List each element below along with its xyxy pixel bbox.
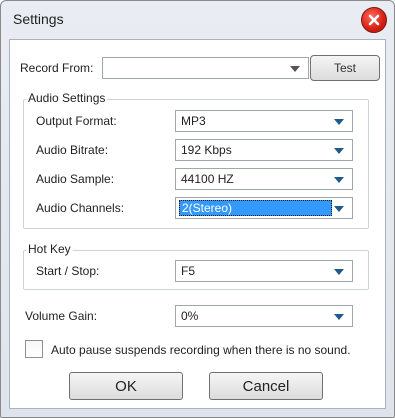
audio-sample-value: 44100 HZ	[181, 172, 234, 186]
auto-pause-label[interactable]: Auto pause suspends recording when there…	[51, 343, 351, 357]
close-icon	[368, 14, 380, 26]
chevron-down-icon	[334, 269, 344, 275]
audio-bitrate-value: 192 Kbps	[181, 143, 232, 157]
settings-window: Settings Record From: Test Audio Setting…	[0, 0, 395, 418]
audio-sample-label: Audio Sample:	[36, 172, 115, 186]
record-from-label: Record From:	[20, 61, 94, 75]
audio-channels-label: Audio Channels:	[36, 201, 125, 215]
chevron-down-icon	[334, 206, 344, 212]
chevron-down-icon	[334, 177, 344, 183]
start-stop-value: F5	[181, 264, 196, 278]
output-format-label: Output Format:	[36, 114, 117, 128]
chevron-down-icon	[290, 66, 300, 72]
chevron-down-icon	[334, 148, 344, 154]
audio-bitrate-dropdown[interactable]: 192 Kbps	[175, 139, 353, 161]
start-stop-label: Start / Stop:	[36, 264, 100, 278]
cancel-button[interactable]: Cancel	[209, 372, 323, 400]
start-stop-dropdown[interactable]: F5	[175, 260, 353, 282]
volume-gain-label: Volume Gain:	[25, 309, 98, 323]
volume-gain-dropdown[interactable]: 0%	[175, 305, 353, 327]
ok-button-label: OK	[115, 377, 137, 395]
audio-channels-dropdown[interactable]: 2(Stereo)	[175, 197, 353, 219]
ok-button[interactable]: OK	[69, 372, 183, 400]
record-from-dropdown[interactable]	[102, 57, 309, 79]
chevron-down-icon	[334, 119, 344, 125]
audio-sample-dropdown[interactable]: 44100 HZ	[175, 168, 353, 190]
test-button[interactable]: Test	[310, 55, 380, 81]
hot-key-title: Hot Key	[26, 242, 73, 256]
window-title: Settings	[13, 11, 64, 27]
audio-bitrate-label: Audio Bitrate:	[36, 143, 109, 157]
test-button-label: Test	[333, 61, 356, 75]
audio-channels-value: 2(Stereo)	[182, 201, 233, 215]
cancel-button-label: Cancel	[242, 377, 290, 395]
settings-panel: Record From: Test Audio Settings Output …	[9, 39, 386, 409]
auto-pause-checkbox[interactable]	[25, 340, 43, 358]
output-format-value: MP3	[181, 114, 206, 128]
title-bar[interactable]: Settings	[1, 1, 394, 39]
close-button[interactable]	[361, 7, 387, 33]
output-format-dropdown[interactable]: MP3	[175, 110, 353, 132]
audio-settings-title: Audio Settings	[26, 91, 108, 105]
chevron-down-icon	[334, 314, 344, 320]
volume-gain-value: 0%	[181, 309, 199, 323]
